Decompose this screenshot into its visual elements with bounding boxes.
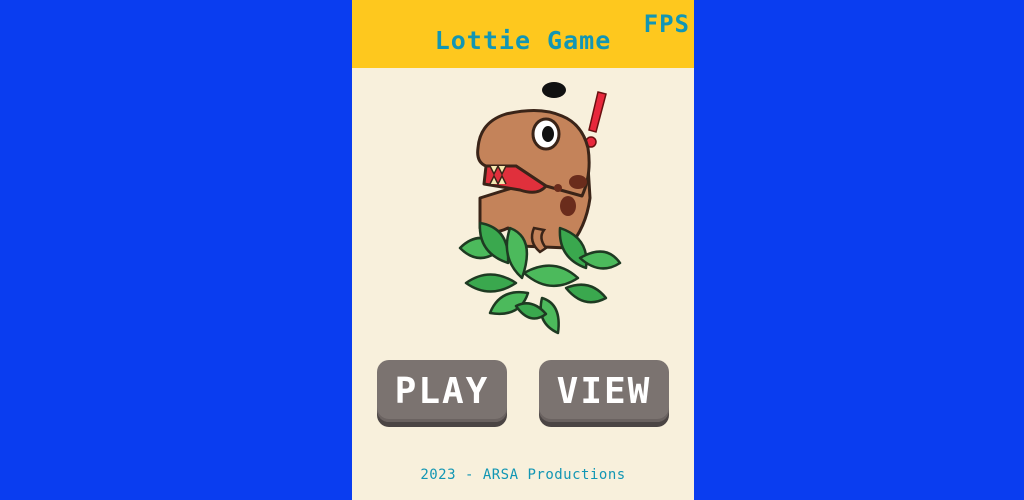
view-button[interactable]: VIEW [539, 360, 669, 422]
dino-spot [560, 196, 576, 216]
footer-credits: 2023 - ARSA Productions [420, 467, 626, 483]
dino-spot [569, 175, 587, 189]
play-button[interactable]: PLAY [377, 360, 507, 422]
exclamation-icon [585, 91, 607, 148]
dino-eye [531, 117, 561, 151]
dinosaur-illustration [458, 82, 622, 335]
game-screen: Lottie Game FPS PLAY VIEW 2023 - ARSA Pr… [352, 0, 694, 500]
oval-mark [542, 82, 566, 98]
fps-counter: FPS [643, 10, 690, 38]
header-bar: Lottie Game FPS [352, 0, 694, 68]
dino-spot [554, 184, 562, 192]
